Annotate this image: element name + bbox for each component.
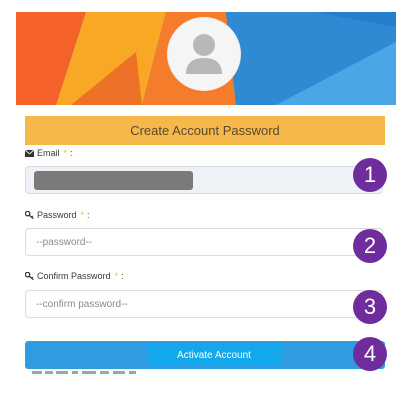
confirm-password-input-box — [25, 290, 383, 318]
form-title-bar: Create Account Password — [25, 116, 385, 145]
email-label-text: Email — [37, 148, 60, 158]
key-icon — [25, 211, 34, 219]
confirm-password-label-suffix: : — [121, 271, 124, 281]
key-icon — [25, 272, 34, 280]
password-label: Password *: — [25, 210, 90, 220]
password-input-box — [25, 228, 383, 256]
submit-bar[interactable]: Activate Account — [25, 341, 385, 369]
step-badge-3: 3 — [353, 290, 387, 324]
footer-text-fragment — [32, 371, 136, 374]
step-badge-2: 2 — [353, 229, 387, 263]
form-title: Create Account Password — [130, 123, 280, 138]
user-silhouette-icon — [168, 18, 240, 90]
password-label-text: Password — [37, 210, 77, 220]
email-value-redacted — [34, 171, 193, 190]
confirm-password-required-marker: * — [114, 271, 119, 281]
confirm-password-label-text: Confirm Password — [37, 271, 111, 281]
avatar — [168, 18, 240, 90]
email-label: Email *: — [25, 148, 73, 158]
confirm-password-input[interactable] — [26, 291, 382, 317]
email-field[interactable] — [25, 166, 383, 194]
confirm-password-label: Confirm Password *: — [25, 271, 124, 281]
password-input[interactable] — [26, 229, 382, 255]
activate-account-button[interactable]: Activate Account — [147, 344, 281, 366]
step-badge-4: 4 — [353, 337, 387, 371]
create-password-page: Create Account Password Email *: Password… — [0, 0, 420, 403]
password-required-marker: * — [80, 210, 85, 220]
password-label-suffix: : — [87, 210, 90, 220]
step-badge-1: 1 — [353, 158, 387, 192]
email-required-marker: * — [63, 148, 68, 158]
email-label-suffix: : — [70, 148, 73, 158]
envelope-icon — [25, 149, 34, 157]
